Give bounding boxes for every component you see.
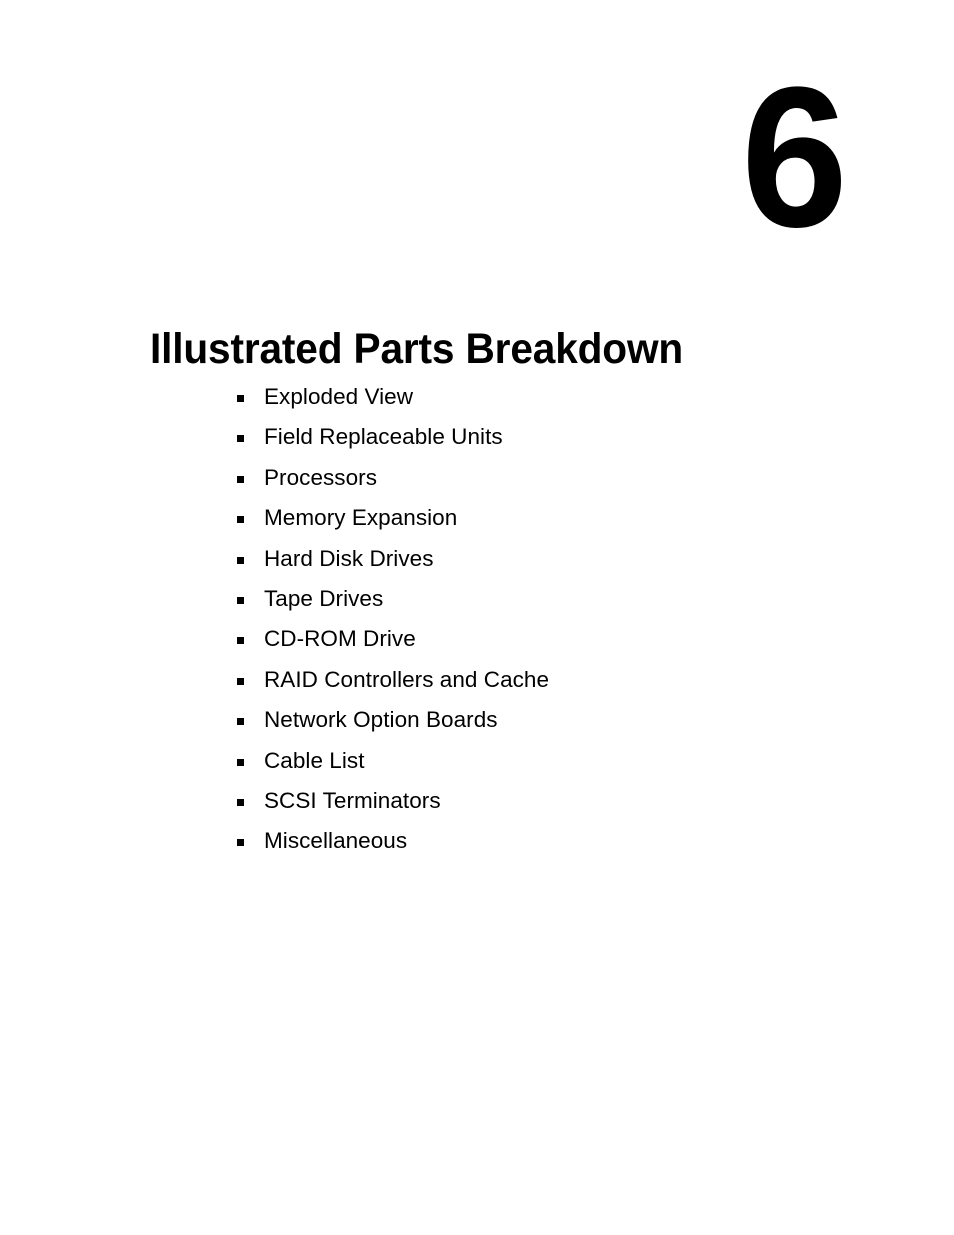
list-item: Tape Drives (237, 585, 549, 625)
list-item-label: RAID Controllers and Cache (264, 666, 550, 692)
list-item-label: CD-ROM Drive (264, 626, 416, 652)
list-item-label: Processors (264, 464, 377, 490)
page-title: Illustrated Parts Breakdown (150, 324, 684, 373)
list-item: Processors (237, 464, 549, 504)
list-item: SCSI Terminators (237, 787, 549, 827)
list-item: Exploded View (237, 383, 549, 423)
list-item: RAID Controllers and Cache (237, 666, 549, 706)
list-item-label: Miscellaneous (264, 828, 408, 854)
chapter-opening-page: 6 Illustrated Parts Breakdown Exploded V… (0, 0, 954, 1235)
square-bullet-icon (237, 839, 244, 847)
list-item-label: Hard Disk Drives (264, 545, 434, 571)
list-item-label: SCSI Terminators (264, 787, 441, 813)
list-item: Field Replaceable Units (237, 423, 549, 463)
list-item-label: Memory Expansion (264, 505, 458, 531)
list-item-label: Cable List (264, 747, 365, 773)
list-item: Hard Disk Drives (237, 545, 549, 585)
square-bullet-icon (237, 798, 244, 806)
square-bullet-icon (237, 395, 244, 402)
chapter-number: 6 (741, 46, 848, 269)
list-item: CD-ROM Drive (237, 625, 549, 665)
list-item-label: Exploded View (264, 384, 414, 409)
square-bullet-icon (237, 637, 244, 645)
square-bullet-icon (237, 556, 244, 564)
square-bullet-icon (237, 475, 244, 483)
square-bullet-icon (237, 677, 244, 685)
list-item-label: Network Option Boards (264, 707, 498, 733)
list-item-label: Tape Drives (264, 585, 384, 611)
square-bullet-icon (237, 758, 244, 766)
chapter-topic-list: Exploded View Field Replaceable Units Proc… (237, 383, 549, 868)
square-bullet-icon (237, 718, 244, 726)
list-item: Miscellaneous (237, 827, 549, 867)
square-bullet-icon (237, 596, 244, 604)
list-item: Network Option Boards (237, 706, 549, 746)
square-bullet-icon (237, 516, 244, 524)
list-item-label: Field Replaceable Units (264, 424, 503, 450)
list-item: Cable List (237, 747, 549, 787)
list-item: Memory Expansion (237, 504, 549, 544)
square-bullet-icon (237, 435, 244, 443)
